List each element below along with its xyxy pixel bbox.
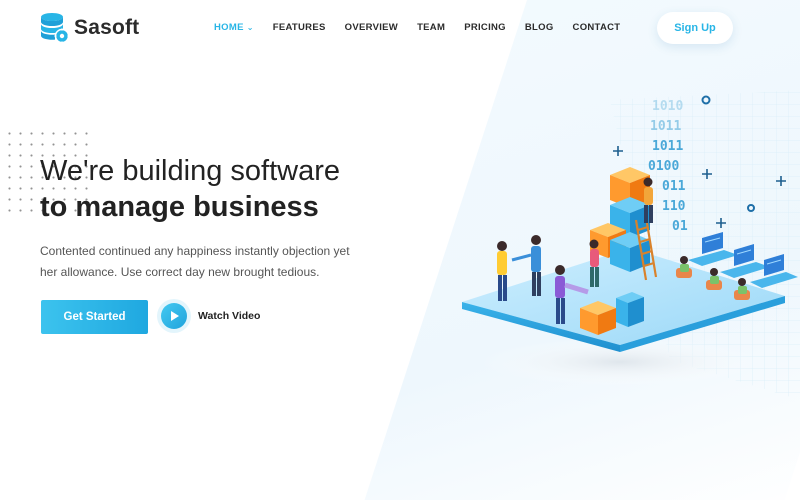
nav-item-home[interactable]: HOME ⌄ (214, 22, 254, 33)
binary-row: 1010 (652, 99, 683, 114)
watch-video-label: Watch Video (198, 310, 261, 322)
binary-row: 110 (662, 199, 686, 214)
nav-item-features[interactable]: FEATURES (273, 22, 326, 33)
person-figure (497, 241, 507, 301)
nav-item-label: HOME (214, 22, 244, 33)
play-icon[interactable] (157, 299, 191, 333)
watch-video-button[interactable]: Watch Video (157, 299, 260, 333)
hero-illustration: 1010 1011 1011 0100 011 110 01 (462, 90, 800, 400)
get-started-button[interactable]: Get Started (41, 300, 148, 334)
nav-item-team[interactable]: TEAM (417, 22, 445, 33)
hero-title-line2: to manage business (40, 191, 319, 223)
binary-row: 0100 (648, 159, 679, 174)
nav-item-blog[interactable]: BLOG (525, 22, 554, 33)
main-nav: HOME ⌄ FEATURES OVERVIEW TEAM PRICING BL… (214, 22, 639, 33)
nav-item-overview[interactable]: OVERVIEW (345, 22, 398, 33)
binary-row: 1011 (650, 119, 681, 134)
binary-row: 1011 (652, 139, 683, 154)
database-gear-icon (41, 13, 70, 44)
signup-button[interactable]: Sign Up (657, 12, 733, 44)
chevron-down-icon: ⌄ (246, 23, 254, 32)
brand-name: Sasoft (74, 16, 140, 39)
binary-row: 011 (662, 179, 686, 194)
hero-title: We're building software to manage busine… (40, 153, 340, 225)
nav-item-contact[interactable]: CONTACT (573, 22, 621, 33)
brand-logo[interactable]: Sasoft (40, 12, 139, 44)
hero-title-line1: We're building software (40, 155, 340, 187)
binary-row: 01 (672, 219, 688, 234)
hero-description: Contented continued any happiness instan… (40, 244, 350, 279)
nav-item-pricing[interactable]: PRICING (464, 22, 506, 33)
